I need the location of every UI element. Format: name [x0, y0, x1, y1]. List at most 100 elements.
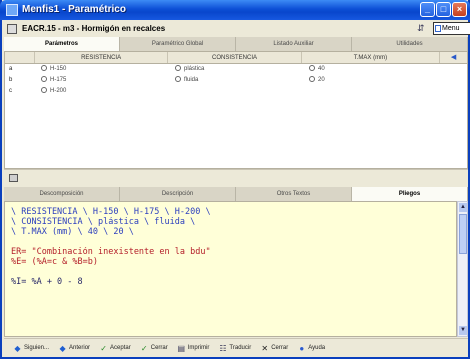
close-toolbar-button-label: Cerrar — [271, 345, 289, 351]
option-cell[interactable]: 20 — [303, 75, 437, 86]
print-button-label: Imprimir — [187, 345, 210, 351]
minimize-button[interactable]: _ — [420, 2, 435, 17]
app-icon — [6, 4, 18, 16]
help-button-label: Ayuda — [308, 345, 326, 351]
printer-icon: ▤ — [177, 343, 186, 353]
radio-button[interactable] — [175, 76, 181, 82]
accept-button-label: Aceptar — [110, 345, 131, 351]
editor-line: %E= (%A=c & %B=b) — [11, 257, 98, 267]
tab-listado-auxiliar[interactable]: Listado Auxiliar — [236, 37, 352, 51]
top-tab-bar: Parámetros Paramétrico Global Listado Au… — [4, 37, 468, 51]
item-header: EACR.15 - m3 - Hormigón en recalces ⇵ Me… — [4, 21, 470, 37]
radio-button[interactable] — [309, 76, 315, 82]
scroll-thumb[interactable] — [459, 214, 467, 254]
accept-button[interactable]: ✓ Aceptar — [96, 341, 134, 356]
option-cell[interactable]: H-150 — [35, 64, 169, 75]
previous-button[interactable]: ◆ Anterior — [55, 341, 93, 356]
tab-descripcion[interactable]: Descripción — [120, 187, 236, 201]
tab-utilidades[interactable]: Utilidades — [352, 37, 468, 51]
pin-icon[interactable]: ⇵ — [417, 23, 425, 34]
option-cell[interactable]: H-175 — [35, 75, 169, 86]
help-icon: ● — [299, 343, 305, 353]
scroll-up-icon[interactable]: ▲ — [459, 203, 467, 212]
close-x-icon: ✕ — [261, 343, 269, 353]
option-label: H-175 — [50, 77, 67, 83]
grid-corner — [5, 52, 35, 63]
close-check-button-label: Cerrar — [150, 345, 168, 351]
option-label: 20 — [318, 77, 325, 83]
item-title: EACR.15 - m3 - Hormigón en recalces — [22, 24, 166, 33]
option-cell[interactable]: 40 — [303, 64, 437, 75]
menu-button-label: Menu — [442, 25, 460, 32]
radio-button[interactable] — [41, 65, 47, 71]
table-row: b H-175 fluida 20 — [5, 75, 467, 86]
previous-arrow-icon: ◆ — [59, 343, 66, 353]
close-button[interactable]: × — [452, 2, 467, 17]
tab-pliegos[interactable]: Pliegos — [352, 187, 468, 201]
row-label: b — [9, 77, 13, 83]
radio-button[interactable] — [41, 87, 47, 93]
help-button[interactable]: ● Ayuda — [294, 341, 328, 356]
tab-descomposicion[interactable]: Descomposición — [4, 187, 120, 201]
option-cell[interactable]: H-200 — [35, 86, 169, 97]
window-title: Menfis1 - Paramétrico — [22, 4, 126, 15]
table-row: c H-200 — [5, 86, 467, 97]
next-button[interactable]: ◆ Siguien... — [10, 341, 52, 356]
editor-line: ER= "Combinación inexistente en la bdu" — [11, 247, 211, 257]
translate-button-label: Traducir — [229, 345, 252, 351]
editor-line: \ T.MAX (mm) \ 40 \ 20 \ — [11, 227, 134, 237]
close-toolbar-button[interactable]: ✕ Cerrar — [257, 341, 291, 356]
vertical-scrollbar[interactable]: ▲ ▼ — [457, 201, 468, 337]
print-button[interactable]: ▤ Imprimir — [174, 341, 213, 356]
bottom-toolbar: ◆ Siguien... ◆ Anterior ✓ Aceptar ✓ Cerr… — [4, 338, 468, 357]
translate-icon: ☷ — [219, 343, 227, 353]
radio-button[interactable] — [41, 76, 47, 82]
column-header-resistencia[interactable]: RESISTENCIA — [35, 52, 169, 63]
translate-button[interactable]: ☷ Traducir — [215, 341, 254, 356]
option-cell[interactable]: fluida — [169, 75, 303, 86]
next-button-label: Siguien... — [24, 345, 50, 351]
option-label: fluida — [184, 77, 199, 83]
radio-button[interactable] — [175, 65, 181, 71]
table-row: a H-150 plástica 40 — [5, 64, 467, 75]
panel-icon — [9, 174, 18, 182]
editor-line: %I= %A + 0 - 8 — [11, 277, 83, 287]
option-cell[interactable]: plástica — [169, 64, 303, 75]
document-icon — [7, 24, 17, 34]
maximize-button[interactable]: □ — [436, 2, 451, 17]
editor-line: \ CONSISTENCIA \ plástica \ fluida \ — [11, 217, 196, 227]
close-check-button[interactable]: ✓ Cerrar — [137, 341, 171, 356]
parameter-grid: RESISTENCIA CONSISTENCIA T.MAX (mm) ◀ a … — [4, 51, 468, 169]
title-bar[interactable]: Menfis1 - Paramétrico _ □ × — [0, 0, 470, 20]
check-icon: ✓ — [100, 343, 107, 353]
option-label: plástica — [184, 66, 205, 72]
check-icon: ✓ — [140, 343, 148, 353]
empty-cell — [169, 86, 303, 97]
scroll-down-icon[interactable]: ▼ — [459, 326, 467, 335]
option-label: 40 — [318, 66, 325, 72]
bottom-tab-bar: Descomposición Descripción Otros Textos … — [4, 187, 468, 201]
tab-otros-textos[interactable]: Otros Textos — [236, 187, 352, 201]
pane-splitter[interactable] — [4, 169, 468, 187]
radio-button[interactable] — [309, 65, 315, 71]
main-window: Menfis1 - Paramétrico _ □ × EACR.15 - m3… — [0, 0, 470, 359]
column-header-consistencia[interactable]: CONSISTENCIA — [168, 52, 302, 63]
code-editor[interactable]: \ RESISTENCIA \ H-150 \ H-175 \ H-200 \ … — [4, 201, 457, 337]
column-header-tmax[interactable]: T.MAX (mm) — [302, 52, 441, 63]
row-label: a — [9, 66, 13, 72]
menu-button[interactable]: Menu — [433, 22, 470, 35]
empty-cell — [303, 86, 437, 97]
menu-icon — [435, 25, 441, 32]
tab-parametrico-global[interactable]: Paramétrico Global — [120, 37, 236, 51]
previous-button-label: Anterior — [69, 345, 91, 351]
next-arrow-icon: ◆ — [14, 343, 21, 353]
row-label: c — [9, 88, 12, 94]
grid-scroll-left-icon[interactable]: ◀ — [440, 52, 467, 63]
option-label: H-200 — [50, 88, 67, 94]
grid-header: RESISTENCIA CONSISTENCIA T.MAX (mm) ◀ — [5, 52, 467, 64]
tab-parametros[interactable]: Parámetros — [4, 37, 120, 51]
editor-line: \ RESISTENCIA \ H-150 \ H-175 \ H-200 \ — [11, 207, 211, 217]
option-label: H-150 — [50, 66, 67, 72]
